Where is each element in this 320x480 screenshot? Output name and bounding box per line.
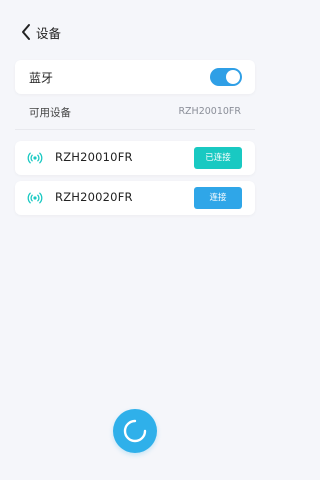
chevron-left-icon bbox=[22, 24, 30, 40]
signal-icon bbox=[27, 192, 43, 204]
divider bbox=[15, 129, 255, 130]
signal-icon bbox=[27, 152, 43, 164]
connected-button[interactable]: 已连接 bbox=[194, 147, 242, 169]
bluetooth-label: 蓝牙 bbox=[29, 71, 54, 85]
device-item: RZH20010FR 已连接 bbox=[15, 141, 255, 175]
page-title: 设备 bbox=[36, 26, 62, 41]
bluetooth-toggle[interactable] bbox=[210, 68, 242, 86]
toggle-knob bbox=[226, 70, 240, 84]
back-button[interactable] bbox=[18, 22, 38, 42]
device-name: RZH20020FR bbox=[55, 190, 133, 204]
bluetooth-card: 蓝牙 bbox=[15, 60, 255, 94]
refresh-button[interactable] bbox=[113, 409, 157, 453]
connect-button[interactable]: 连接 bbox=[194, 187, 242, 209]
available-devices-value: RZH20010FR bbox=[178, 106, 241, 117]
available-devices-label: 可用设备 bbox=[29, 107, 71, 119]
refresh-icon bbox=[123, 419, 147, 443]
device-name: RZH20010FR bbox=[55, 150, 133, 164]
header: 设备 bbox=[0, 0, 270, 62]
device-item: RZH20020FR 连接 bbox=[15, 181, 255, 215]
available-devices-row: 可用设备 RZH20010FR bbox=[15, 100, 255, 126]
